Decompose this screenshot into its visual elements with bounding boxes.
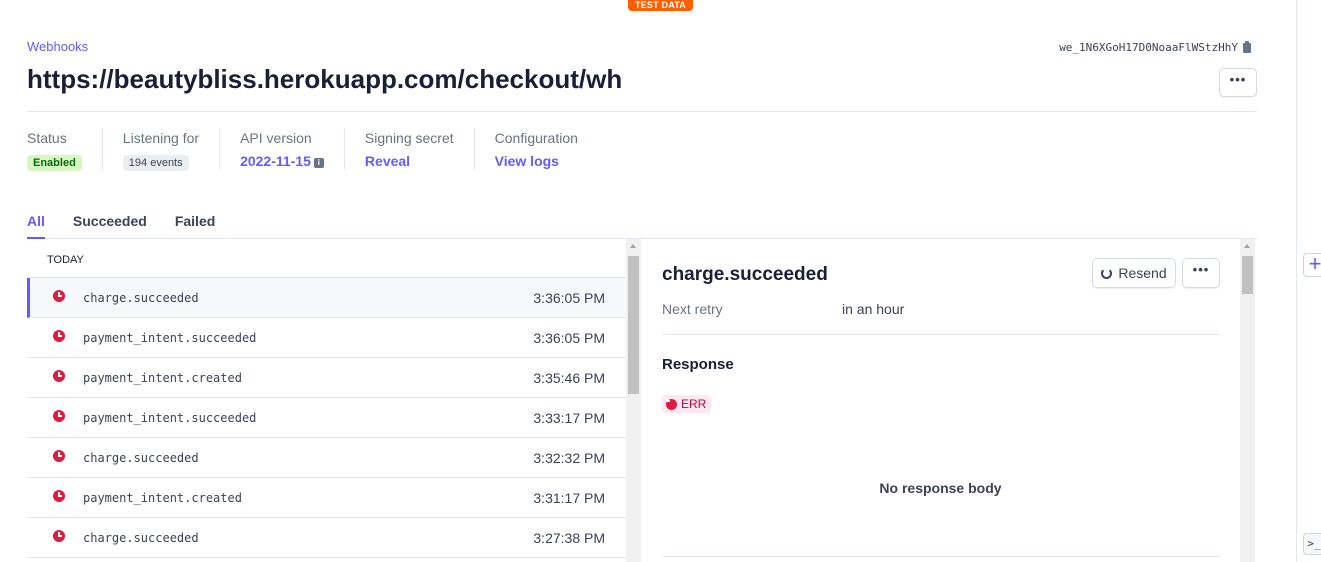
info-icon[interactable]: i	[313, 158, 324, 168]
detail-divider	[662, 334, 1220, 335]
error-clock-icon	[53, 490, 65, 502]
status-badge: Enabled	[27, 155, 82, 171]
tab-failed[interactable]: Failed	[175, 213, 215, 239]
meta-status: Status Enabled	[27, 128, 103, 171]
detail-scrollbar[interactable]	[1240, 239, 1255, 562]
event-detail-panel: charge.succeeded Resend ••• Next retry i…	[641, 239, 1240, 562]
event-row[interactable]: payment_intent.succeeded 3:36:05 PM	[27, 318, 626, 358]
tab-succeeded[interactable]: Succeeded	[73, 213, 147, 239]
test-data-badge: TEST DATA	[628, 0, 693, 11]
scroll-up-arrow[interactable]	[630, 244, 636, 248]
events-count-badge[interactable]: 194 events	[122, 155, 189, 171]
meta-configuration: Configuration View logs	[495, 128, 598, 170]
reveal-secret-link[interactable]: Reveal	[365, 153, 410, 169]
event-name: charge.succeeded	[83, 291, 199, 305]
meta-signing-secret: Signing secret Reveal	[365, 128, 475, 170]
event-row[interactable]: payment_intent.created 3:35:46 PM	[27, 358, 626, 398]
endpoint-id[interactable]: we_1N6XGoH17D0NoaaFlWStzHhY	[1059, 40, 1251, 54]
error-clock-icon	[666, 398, 677, 410]
status-label: Status	[27, 130, 67, 146]
detail-more-button[interactable]: •••	[1182, 258, 1220, 288]
view-logs-link[interactable]: View logs	[495, 153, 559, 169]
page-title: https://beautybliss.herokuapp.com/checko…	[27, 64, 623, 94]
error-clock-icon	[53, 290, 65, 302]
event-row[interactable]: charge.succeeded 3:36:05 PM	[27, 278, 626, 318]
listening-label: Listening for	[122, 130, 200, 146]
event-time: 3:35:46 PM	[533, 370, 605, 386]
breadcrumb-webhooks[interactable]: Webhooks	[27, 39, 88, 54]
event-time: 3:32:32 PM	[533, 450, 605, 466]
right-side-rail	[1296, 0, 1321, 562]
response-status-text: ERR	[681, 397, 707, 411]
event-list: TODAY charge.succeeded 3:36:05 PM paymen…	[27, 239, 626, 562]
next-retry-label: Next retry	[662, 301, 723, 317]
configuration-label: Configuration	[494, 130, 578, 146]
event-name: payment_intent.created	[83, 491, 242, 505]
resend-icon	[1101, 267, 1113, 279]
resend-button[interactable]: Resend	[1092, 258, 1176, 288]
event-row[interactable]: charge.succeeded 3:27:38 PM	[27, 518, 626, 558]
event-time: 3:36:05 PM	[533, 290, 605, 306]
detail-bottom-divider	[662, 556, 1220, 557]
scrollbar-thumb[interactable]	[628, 256, 639, 394]
event-name: payment_intent.succeeded	[83, 411, 257, 425]
event-time: 3:27:38 PM	[533, 530, 605, 546]
api-version-link[interactable]: 2022-11-15	[240, 153, 311, 169]
terminal-icon[interactable]: >_	[1303, 533, 1321, 555]
webhook-endpoint-page: TEST DATA Webhooks we_1N6XGoH17D0NoaaFlW…	[0, 0, 1321, 562]
response-status-badge: ERR	[662, 395, 712, 413]
next-retry-value: in an hour	[842, 301, 905, 317]
event-row[interactable]: payment_intent.succeeded 3:33:17 PM	[27, 398, 626, 438]
scroll-up-arrow[interactable]	[1244, 244, 1250, 248]
event-row[interactable]: charge.succeeded 3:32:32 PM	[27, 438, 626, 478]
event-name: payment_intent.created	[83, 371, 242, 385]
meta-api-version: API version 2022-11-15 i	[240, 128, 345, 170]
error-clock-icon	[53, 410, 65, 422]
response-heading: Response	[662, 356, 734, 373]
endpoint-more-button[interactable]: •••	[1219, 68, 1257, 97]
copy-icon[interactable]	[1243, 40, 1251, 53]
empty-response-body: No response body	[879, 480, 1002, 496]
endpoint-id-text: we_1N6XGoH17D0NoaaFlWStzHhY	[1059, 41, 1238, 54]
signing-secret-label: Signing secret	[364, 130, 454, 146]
header-divider	[27, 111, 1257, 112]
event-row[interactable]: payment_intent.created 3:31:17 PM	[27, 478, 626, 518]
event-tabs: All Succeeded Failed	[27, 213, 1257, 239]
error-clock-icon	[53, 530, 65, 542]
event-time: 3:33:17 PM	[533, 410, 605, 426]
error-clock-icon	[53, 330, 65, 342]
tab-all[interactable]: All	[27, 213, 45, 239]
api-version-label: API version	[240, 130, 312, 146]
meta-listening: Listening for 194 events	[122, 128, 221, 171]
list-section-header: TODAY	[27, 239, 626, 278]
plus-icon[interactable]: +	[1303, 253, 1321, 277]
event-name: payment_intent.succeeded	[83, 331, 257, 345]
error-clock-icon	[53, 370, 65, 382]
event-detail-title: charge.succeeded	[662, 264, 828, 285]
event-name: charge.succeeded	[83, 531, 199, 545]
error-clock-icon	[53, 450, 65, 462]
scrollbar-thumb[interactable]	[1242, 256, 1253, 294]
endpoint-meta: Status Enabled Listening for 194 events …	[27, 128, 618, 171]
event-time: 3:31:17 PM	[533, 490, 605, 506]
resend-label: Resend	[1118, 265, 1167, 281]
event-list-scrollbar[interactable]	[626, 239, 641, 562]
event-time: 3:36:05 PM	[533, 330, 605, 346]
event-name: charge.succeeded	[83, 451, 199, 465]
